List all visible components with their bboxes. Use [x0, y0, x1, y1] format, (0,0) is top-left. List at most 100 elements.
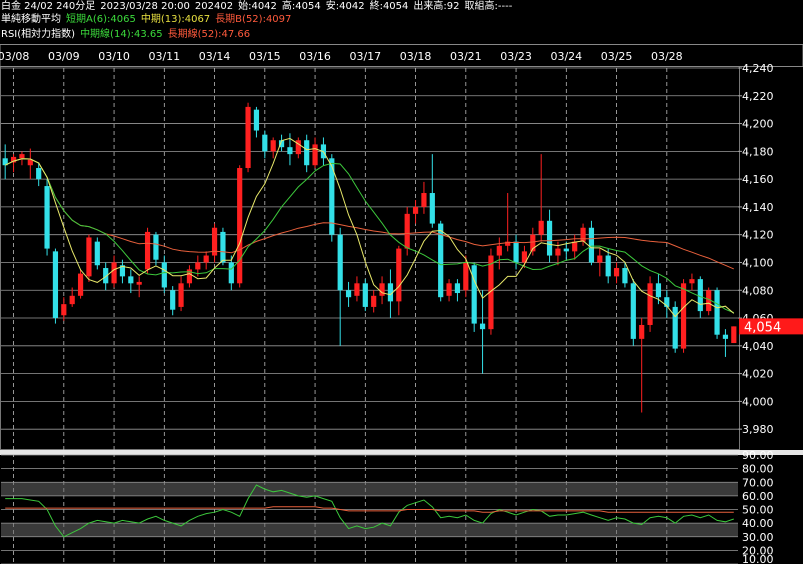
candle-body: [69, 295, 75, 305]
candle-body: [161, 262, 167, 288]
price-tick-label: 4,100: [742, 256, 774, 269]
rsi-tick-label: 10.00: [742, 553, 774, 564]
price-tick-label: 4,120: [742, 229, 774, 242]
date-label: 03/17: [349, 50, 381, 63]
rsi-panel: 90.0080.0070.0060.0050.0040.0030.0020.00…: [0, 449, 803, 564]
candle-body: [580, 227, 586, 242]
candle-body: [354, 283, 360, 296]
date-label: 03/24: [550, 50, 582, 63]
candle-body: [203, 255, 209, 263]
candle-body: [262, 134, 268, 152]
candle-body: [412, 206, 419, 214]
candle-body: [195, 262, 201, 270]
candle-body: [178, 283, 184, 307]
candle-body: [94, 241, 100, 266]
rsi-band: [1, 482, 738, 496]
candle-body: [714, 290, 720, 335]
candle-body: [630, 283, 636, 339]
candle-body: [237, 168, 243, 284]
price-chart-canvas[interactable]: 03/08 03/09 03/10 03/11 03/14 03/15 03/16 03/17…: [0, 0, 803, 564]
candle-body: [404, 213, 410, 249]
candle-body: [538, 220, 544, 235]
candle-body: [731, 326, 737, 344]
candle-body: [27, 159, 33, 166]
candle-body: [345, 290, 352, 298]
rsi-tick-label: 50.00: [742, 504, 774, 517]
candle-body: [371, 295, 377, 307]
price-tick-label: 4,240: [742, 62, 774, 75]
rsi-tick-label: 90.00: [742, 449, 774, 462]
candlestick-series: [2, 102, 737, 413]
candle-body: [513, 241, 519, 263]
candle-body: [111, 262, 117, 284]
price-tick-label: 4,080: [742, 284, 774, 297]
candle-body: [597, 255, 603, 263]
date-label: 03/08: [0, 50, 29, 63]
candle-body: [77, 273, 84, 296]
date-label: 03/23: [500, 50, 532, 63]
candle-body: [639, 324, 645, 339]
candle-body: [304, 140, 310, 166]
date-label: 03/09: [48, 50, 80, 63]
candle-body: [312, 144, 318, 166]
price-axis: 4,240 4,220 4,200 4,180 4,160 4,140 4,120 4,100…: [738, 62, 774, 436]
candle-body: [471, 265, 477, 324]
candle-body: [170, 290, 176, 310]
panel-separator: [0, 450, 803, 455]
price-tick-label: 4,220: [742, 90, 774, 103]
candle-body: [245, 106, 251, 169]
date-label: 03/10: [98, 50, 130, 63]
date-label: 03/28: [651, 50, 683, 63]
candle-body: [228, 262, 234, 284]
price-tick-label: 4,000: [742, 395, 774, 408]
candle-body: [446, 283, 452, 296]
price-tick-label: 4,200: [742, 118, 774, 131]
candle-body: [61, 304, 67, 316]
date-label: 03/15: [249, 50, 281, 63]
date-label: 03/18: [400, 50, 432, 63]
candle-body: [697, 279, 703, 312]
candle-body: [622, 268, 628, 284]
date-label: 03/25: [601, 50, 633, 63]
candle-body: [722, 334, 729, 339]
candle-body: [429, 193, 435, 224]
date-label: 03/14: [199, 50, 231, 63]
candle-body: [454, 283, 461, 294]
candle-body: [655, 283, 662, 298]
candle-body: [672, 306, 678, 349]
price-tick-label: 4,140: [742, 201, 774, 214]
rsi-tick-label: 40.00: [742, 517, 774, 530]
candle-body: [36, 168, 42, 180]
candle-body: [680, 283, 687, 349]
candle-body: [379, 283, 385, 296]
candle-body: [463, 262, 469, 291]
rsi-tick-label: 30.00: [742, 531, 774, 544]
date-label: 03/11: [148, 50, 180, 63]
candle-body: [588, 227, 595, 263]
candle-body: [44, 186, 50, 249]
candle-body: [613, 268, 620, 277]
candle-body: [19, 154, 25, 159]
price-tick-label: 4,040: [742, 340, 774, 353]
candle-body: [546, 220, 553, 256]
candle-body: [572, 241, 578, 252]
price-tick-label: 4,160: [742, 173, 774, 186]
rsi-tick-label: 60.00: [742, 490, 774, 503]
rsi-band: [1, 523, 738, 537]
candle-body: [128, 276, 134, 284]
candle-body: [689, 279, 695, 284]
candle-body: [220, 231, 226, 263]
candle-body: [86, 237, 92, 277]
last-price-tag: 4,054: [739, 318, 803, 335]
candle-body: [555, 248, 561, 256]
date-axis: 03/08 03/09 03/10 03/11 03/14 03/15 03/16 03/17…: [0, 44, 803, 67]
last-price-label: 4,054: [744, 320, 781, 335]
candle-body: [337, 234, 343, 291]
rsi-tick-label: 70.00: [742, 476, 774, 489]
price-tick-label: 4,020: [742, 368, 774, 381]
candle-body: [52, 251, 59, 319]
price-tick-label: 3,980: [742, 423, 774, 436]
candle-body: [153, 234, 159, 260]
candle-body: [496, 245, 502, 256]
candle-body: [270, 140, 276, 152]
